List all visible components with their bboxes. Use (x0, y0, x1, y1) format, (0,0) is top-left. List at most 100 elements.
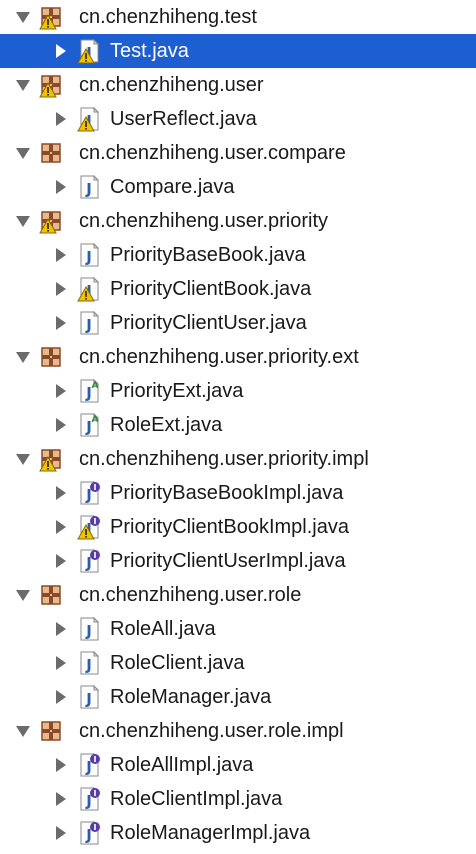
file-row[interactable]: J RoleManager.java (0, 680, 476, 714)
file-row[interactable]: J RoleAll.java (0, 612, 476, 646)
file-label: PriorityBaseBook.java (110, 244, 306, 266)
file-label: PriorityClientBook.java (110, 278, 312, 300)
expand-arrow-right-icon[interactable] (52, 247, 68, 263)
expand-arrow-right-icon[interactable] (52, 485, 68, 501)
expand-arrow-down-icon[interactable] (15, 349, 31, 365)
expand-arrow-right-icon[interactable] (52, 281, 68, 297)
package-label: cn.chenzhiheng.user.compare (79, 142, 346, 164)
file-label: PriorityClientUserImpl.java (110, 550, 346, 572)
package-row[interactable]: cn.chenzhiheng.user.role.impl (0, 714, 476, 748)
package-row[interactable]: cn.chenzhiheng.user.priority.impl (0, 442, 476, 476)
expand-arrow-down-icon[interactable] (15, 723, 31, 739)
expand-arrow-right-icon[interactable] (52, 519, 68, 535)
java-class-icon: J (76, 650, 102, 676)
expand-arrow-right-icon[interactable] (52, 383, 68, 399)
java-class-icon: J (76, 684, 102, 710)
package-row[interactable]: cn.chenzhiheng.user.role (0, 578, 476, 612)
package-label: cn.chenzhiheng.user.role (79, 584, 302, 606)
file-label: UserReflect.java (110, 108, 257, 130)
file-label: PriorityBaseBookImpl.java (110, 482, 344, 504)
file-label: Compare.java (110, 176, 235, 198)
expand-arrow-down-icon[interactable] (15, 145, 31, 161)
file-row[interactable]: J PriorityClientUserImpl.java (0, 544, 476, 578)
file-label: RoleAllImpl.java (110, 754, 254, 776)
file-label: RoleManager.java (110, 686, 272, 708)
expand-arrow-down-icon[interactable] (15, 77, 31, 93)
package-row[interactable]: cn.chenzhiheng.user (0, 68, 476, 102)
expand-arrow-right-icon[interactable] (52, 553, 68, 569)
file-label: PriorityExt.java (110, 380, 244, 402)
expand-arrow-right-icon[interactable] (52, 621, 68, 637)
expand-arrow-down-icon[interactable] (15, 451, 31, 467)
file-label: RoleManagerImpl.java (110, 822, 311, 844)
svg-text:J: J (85, 316, 92, 334)
java-class-icon: J (76, 310, 102, 336)
file-row[interactable]: J PriorityClientUser.java (0, 306, 476, 340)
file-row[interactable]: J Compare.java (0, 170, 476, 204)
file-label: RoleAll.java (110, 618, 216, 640)
package-row[interactable]: cn.chenzhiheng.user.priority (0, 204, 476, 238)
file-row[interactable]: J PriorityClientBook.java (0, 272, 476, 306)
file-label: Test.java (110, 40, 189, 62)
expand-arrow-right-icon[interactable] (52, 825, 68, 841)
expand-arrow-down-icon[interactable] (15, 9, 31, 25)
package-row[interactable]: cn.chenzhiheng.user.compare (0, 136, 476, 170)
package-warning-icon (38, 446, 64, 472)
java-interface-icon: J (76, 548, 102, 574)
package-row[interactable]: cn.chenzhiheng.test (0, 0, 476, 34)
package-label: cn.chenzhiheng.user.role.impl (79, 720, 344, 742)
expand-arrow-down-icon[interactable] (15, 213, 31, 229)
expand-arrow-right-icon[interactable] (52, 689, 68, 705)
expand-arrow-right-icon[interactable] (52, 43, 68, 59)
svg-text:A: A (92, 415, 99, 425)
java-interface-icon: J (76, 820, 102, 846)
file-row[interactable]: J PriorityBaseBookImpl.java (0, 476, 476, 510)
svg-text:J: J (85, 180, 92, 198)
file-row[interactable]: J A RoleExt.java (0, 408, 476, 442)
java-class-icon: J (76, 106, 102, 132)
file-label: RoleClient.java (110, 652, 245, 674)
expand-arrow-right-icon[interactable] (52, 111, 68, 127)
java-class-icon: J (76, 242, 102, 268)
java-interface-icon: J (76, 786, 102, 812)
package-explorer-tree: cn.chenzhiheng.test J Test.java cn.chenzhih… (0, 0, 476, 854)
file-row[interactable]: J RoleClientImpl.java (0, 782, 476, 816)
expand-arrow-right-icon[interactable] (52, 179, 68, 195)
package-icon (38, 582, 64, 608)
java-interface-icon: J (76, 480, 102, 506)
expand-arrow-right-icon[interactable] (52, 315, 68, 331)
file-row-selected[interactable]: J Test.java (0, 34, 476, 68)
java-class-icon: J (76, 276, 102, 302)
package-warning-icon (38, 208, 64, 234)
file-label: RoleClientImpl.java (110, 788, 283, 810)
java-class-icon: J (76, 174, 102, 200)
package-label: cn.chenzhiheng.user.priority (79, 210, 329, 232)
expand-arrow-right-icon[interactable] (52, 655, 68, 671)
file-row[interactable]: J RoleAllImpl.java (0, 748, 476, 782)
file-row[interactable]: J PriorityBaseBook.java (0, 238, 476, 272)
package-warning-icon (38, 72, 64, 98)
java-class-icon: J (76, 616, 102, 642)
expand-arrow-down-icon[interactable] (15, 587, 31, 603)
file-label: PriorityClientBookImpl.java (110, 516, 349, 538)
svg-text:J: J (85, 690, 92, 708)
package-warning-icon (38, 4, 64, 30)
java-interface-icon: J (76, 514, 102, 540)
file-label: RoleExt.java (110, 414, 223, 436)
expand-arrow-right-icon[interactable] (52, 791, 68, 807)
java-class-icon: J (76, 38, 102, 64)
file-row[interactable]: J UserReflect.java (0, 102, 476, 136)
file-row[interactable]: J RoleClient.java (0, 646, 476, 680)
package-label: cn.chenzhiheng.user.priority.ext (79, 346, 359, 368)
file-row[interactable]: J RoleManagerImpl.java (0, 816, 476, 850)
file-row[interactable]: J PriorityClientBookImpl.java (0, 510, 476, 544)
expand-arrow-right-icon[interactable] (52, 417, 68, 433)
package-icon (38, 718, 64, 744)
svg-text:J: J (85, 622, 92, 640)
svg-text:J: J (85, 656, 92, 674)
file-row[interactable]: J A PriorityExt.java (0, 374, 476, 408)
expand-arrow-right-icon[interactable] (52, 757, 68, 773)
svg-text:A: A (92, 381, 99, 391)
svg-text:J: J (85, 248, 92, 266)
package-row[interactable]: cn.chenzhiheng.user.priority.ext (0, 340, 476, 374)
